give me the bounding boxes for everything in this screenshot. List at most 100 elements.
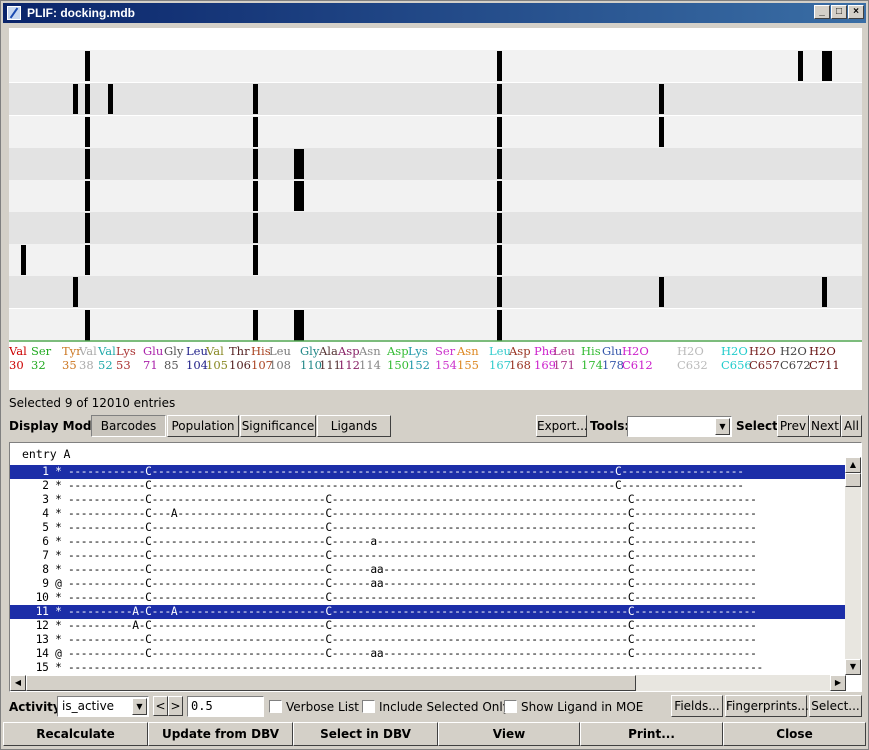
plif-window: PLIF: docking.mdb _ □ × Val 30 Ser 32 Ty… <box>0 0 869 750</box>
entry-fingerprint: ------------C---------------------------… <box>67 633 757 646</box>
recalculate-button[interactable]: Recalculate <box>3 722 148 746</box>
residue-label[interactable]: Leu 171 <box>553 344 575 372</box>
show-ligand-checkbox[interactable] <box>504 700 517 713</box>
maximize-icon[interactable]: □ <box>831 5 847 19</box>
entry-marker: * <box>55 591 62 604</box>
update-from-dbv-button[interactable]: Update from DBV <box>148 722 293 746</box>
horizontal-scroll-thumb[interactable] <box>26 675 636 691</box>
prev-button[interactable]: Prev <box>777 415 809 437</box>
minimize-icon[interactable]: _ <box>814 5 830 19</box>
vertical-scrollbar[interactable]: ▲ ▼ <box>845 457 861 675</box>
select-button[interactable]: Select... <box>809 695 862 717</box>
title-bar: PLIF: docking.mdb _ □ × <box>3 3 866 23</box>
residue-label[interactable]: H2O C612 <box>622 344 653 372</box>
residue-label[interactable]: His 174 <box>581 344 603 372</box>
entry-marker: * <box>55 493 62 506</box>
list-item[interactable]: 8 * ------------C-----------------------… <box>10 563 846 577</box>
export-button[interactable]: Export... <box>536 415 588 437</box>
tools-dropdown[interactable]: ▼ <box>627 416 732 437</box>
residue-label[interactable]: H2O C657 <box>749 344 780 372</box>
tab-significance[interactable]: Significance <box>240 415 316 437</box>
scroll-right-icon[interactable]: ▶ <box>830 675 846 691</box>
tab-ligands[interactable]: Ligands <box>317 415 391 437</box>
vertical-scroll-thumb[interactable] <box>845 473 861 487</box>
list-item[interactable]: 15 * -----------------------------------… <box>10 661 846 675</box>
list-item[interactable]: 2 * ------------C-----------------------… <box>10 479 846 493</box>
list-item[interactable]: 9 @ ------------C-----------------------… <box>10 577 846 591</box>
list-item[interactable]: 14 @ ------------C----------------------… <box>10 647 846 661</box>
residue-label[interactable]: Asn 155 <box>457 344 479 372</box>
include-selected-checkbox[interactable] <box>362 700 375 713</box>
list-item[interactable]: 11 * ----------A-C---A------------------… <box>10 605 846 619</box>
residue-label[interactable]: H2O C632 <box>677 344 708 372</box>
view-button[interactable]: View <box>438 722 580 746</box>
residue-label[interactable]: Val 52 <box>98 344 116 372</box>
residue-label[interactable]: H2O C656 <box>721 344 752 372</box>
activity-dropdown[interactable]: is_active ▼ <box>57 696 149 717</box>
scroll-up-icon[interactable]: ▲ <box>845 457 861 473</box>
residue-label[interactable]: Leu 104 <box>186 344 208 372</box>
residue-label[interactable]: Val 105 <box>206 344 228 372</box>
list-item[interactable]: 3 * ------------C-----------------------… <box>10 493 846 507</box>
select-in-dbv-button[interactable]: Select in DBV <box>293 722 438 746</box>
list-item[interactable]: 12 * ----------A-C----------------------… <box>10 619 846 633</box>
entry-number: 8 <box>42 563 49 576</box>
residue-label[interactable]: Ser 154 <box>435 344 457 372</box>
list-item[interactable]: 4 * ------------C---A-------------------… <box>10 507 846 521</box>
show-ligand-label: Show Ligand in MOE <box>521 700 644 714</box>
residue-label[interactable]: Asp 168 <box>509 344 531 372</box>
entry-marker: * <box>55 661 62 674</box>
select-label: Select: <box>736 419 783 433</box>
residue-label[interactable]: Lys 152 <box>408 344 430 372</box>
residue-label[interactable]: Val 30 <box>9 344 27 372</box>
less-than-button[interactable]: < <box>153 696 168 716</box>
residue-label[interactable]: Leu 108 <box>269 344 291 372</box>
residue-label[interactable]: Thr 106 <box>229 344 251 372</box>
residue-label[interactable]: H2O C672 <box>780 344 811 372</box>
list-rows[interactable]: 1 * ------------C-----------------------… <box>10 465 846 675</box>
fields-button[interactable]: Fields... <box>671 695 723 717</box>
barcode-plot[interactable]: Val 30 Ser 32 Tyr 35 Val 38 Val 52 Lys 53 Glu 7… <box>9 28 862 390</box>
list-item[interactable]: 7 * ------------C-----------------------… <box>10 549 846 563</box>
threshold-input[interactable]: 0.5 <box>187 696 264 717</box>
list-item[interactable]: 1 * ------------C-----------------------… <box>10 465 846 479</box>
entry-marker: * <box>55 465 62 478</box>
list-item[interactable]: 13 * ------------C----------------------… <box>10 633 846 647</box>
entry-marker: * <box>55 605 62 618</box>
residue-label[interactable]: H2O C711 <box>809 344 840 372</box>
residue-label[interactable]: Ser 32 <box>31 344 51 372</box>
entry-fingerprint: ------------C---------------------------… <box>67 479 744 492</box>
horizontal-scrollbar[interactable]: ◀ ▶ <box>10 675 846 691</box>
all-button[interactable]: All <box>841 415 862 437</box>
scroll-left-icon[interactable]: ◀ <box>10 675 26 691</box>
residue-label[interactable]: Leu 167 <box>489 344 511 372</box>
entry-fingerprint: ------------C---------------------------… <box>67 535 757 548</box>
tab-population[interactable]: Population <box>167 415 239 437</box>
entry-marker: * <box>55 549 62 562</box>
residue-label[interactable]: Glu 71 <box>143 344 163 372</box>
residue-label[interactable]: Asp 112 <box>338 344 360 372</box>
barcode-canvas[interactable] <box>9 28 862 342</box>
scroll-down-icon[interactable]: ▼ <box>845 659 861 675</box>
list-item[interactable]: 6 * ------------C-----------------------… <box>10 535 846 549</box>
residue-label[interactable]: Glu 178 <box>602 344 624 372</box>
print-button[interactable]: Print... <box>580 722 723 746</box>
list-item[interactable]: 10 * ------------C----------------------… <box>10 591 846 605</box>
verbose-list-checkbox[interactable] <box>269 700 282 713</box>
greater-than-button[interactable]: > <box>168 696 183 716</box>
next-button[interactable]: Next <box>809 415 841 437</box>
residue-label[interactable]: Asp 150 <box>387 344 409 372</box>
residue-label[interactable]: Asn 114 <box>359 344 381 372</box>
residue-label[interactable]: Lys 53 <box>116 344 136 372</box>
entry-list[interactable]: entry A 1 * ------------C---------------… <box>9 442 862 692</box>
tab-barcodes[interactable]: Barcodes <box>91 415 166 437</box>
close-icon[interactable]: × <box>848 5 864 19</box>
list-item[interactable]: 5 * ------------C-----------------------… <box>10 521 846 535</box>
entry-marker: @ <box>55 577 62 590</box>
verbose-list-label: Verbose List <box>286 700 359 714</box>
residue-label[interactable]: Gly 85 <box>164 344 183 372</box>
residue-label[interactable]: Val 38 <box>79 344 97 372</box>
fingerprints-button[interactable]: Fingerprints... <box>725 695 809 717</box>
close-button[interactable]: Close <box>723 722 866 746</box>
list-header: entry A <box>22 447 71 461</box>
